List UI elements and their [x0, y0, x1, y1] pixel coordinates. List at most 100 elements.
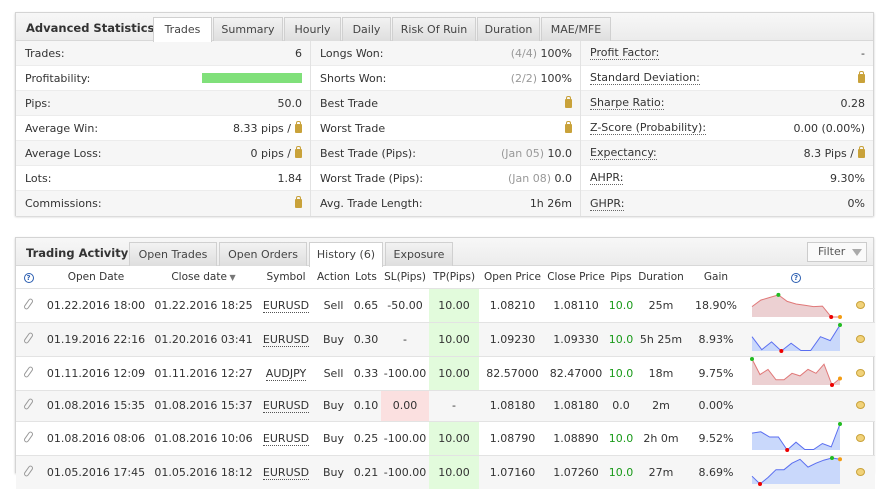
column-pips[interactable]: Pips	[606, 266, 636, 288]
attachment-cell[interactable]	[16, 287, 41, 322]
stat-label[interactable]: Expectancy:	[590, 146, 657, 160]
column-symbol[interactable]: Symbol	[256, 266, 316, 288]
lock-icon[interactable]	[295, 121, 302, 133]
symbol[interactable]: EURUSD	[262, 399, 310, 413]
gain-sparkline	[751, 421, 842, 452]
comment-icon[interactable]	[856, 433, 865, 442]
tab-open-trades[interactable]: Open Trades	[129, 242, 217, 266]
attachment-cell[interactable]	[16, 420, 41, 455]
comment-cell[interactable]	[846, 355, 875, 390]
tab-risk-of-ruin[interactable]: Risk Of Ruin	[392, 17, 476, 41]
help-column[interactable]: ?	[16, 266, 41, 288]
lots: 0.10	[353, 399, 379, 412]
stat-row-shorts-won: Shorts Won: (2/2) 100%	[311, 66, 580, 91]
symbol[interactable]: EURUSD	[262, 431, 310, 446]
gain: 8.69%	[698, 465, 734, 479]
paperclip-icon[interactable]	[23, 297, 34, 310]
filter-dropdown[interactable]: Filter	[807, 242, 867, 262]
attachment-cell[interactable]	[16, 454, 41, 489]
pips: 10.0	[608, 366, 634, 380]
profitability-bar	[202, 73, 302, 83]
stat-value-text: 8.33 pips /	[233, 122, 291, 135]
comment-cell[interactable]	[846, 321, 875, 356]
symbol[interactable]: EURUSD	[262, 298, 310, 313]
lock-icon[interactable]	[858, 146, 865, 158]
tab-history-6[interactable]: History (6)	[309, 242, 383, 267]
tab-summary[interactable]: Summary	[213, 17, 283, 41]
column-duration[interactable]: Duration	[636, 266, 686, 288]
stats-title: Advanced Statistics	[26, 21, 155, 35]
paperclip-icon[interactable]	[23, 430, 34, 443]
duration-cell: 25m	[636, 287, 686, 322]
comment-icon[interactable]	[856, 368, 865, 377]
stat-label[interactable]: GHPR:	[590, 197, 625, 211]
stat-label[interactable]: Standard Deviation:	[590, 71, 700, 85]
column-gain[interactable]: Gain	[686, 266, 746, 288]
column-open-date[interactable]: Open Date	[41, 266, 151, 288]
help-icon[interactable]: ?	[23, 272, 34, 283]
stat-label[interactable]: Profit Factor:	[590, 46, 660, 60]
sl-pips-cell: -100.00	[381, 454, 429, 489]
tp-pips: 10.00	[438, 431, 470, 445]
paperclip-icon[interactable]	[23, 365, 34, 378]
stat-value: -	[861, 41, 865, 65]
lock-icon[interactable]	[565, 121, 572, 133]
tab-hourly[interactable]: Hourly	[284, 17, 341, 41]
column-action[interactable]: Action	[316, 266, 351, 288]
attachment-cell[interactable]	[16, 321, 41, 356]
tab-trades[interactable]: Trades	[153, 17, 212, 42]
column-close-date[interactable]: Close date ▼	[151, 266, 256, 288]
comment-cell[interactable]	[846, 287, 875, 322]
stat-value: 0 pips /	[251, 141, 302, 165]
paperclip-icon[interactable]	[23, 397, 34, 411]
lock-icon[interactable]	[565, 96, 572, 108]
tab-duration[interactable]: Duration	[477, 17, 540, 41]
tab-daily[interactable]: Daily	[342, 17, 391, 41]
symbol-cell: EURUSD	[256, 420, 316, 455]
open-date: 01.05.2016 17:45	[46, 465, 146, 479]
comment-icon[interactable]	[856, 467, 865, 476]
close-price: 1.09330	[553, 332, 599, 346]
table-row: 01.08.2016 08:06 01.08.2016 10:06 EURUSD Bu…	[16, 420, 875, 455]
stat-value: 0%	[848, 191, 865, 216]
comment-icon[interactable]	[856, 300, 865, 309]
pips-cell: 10.0	[606, 420, 636, 455]
column-open-price[interactable]: Open Price	[479, 266, 546, 288]
sparkline-cell	[746, 287, 846, 322]
symbol[interactable]: AUDJPY	[265, 366, 307, 381]
comment-icon[interactable]	[856, 334, 865, 343]
comment-cell[interactable]	[846, 389, 875, 421]
tab-exposure[interactable]: Exposure	[385, 242, 453, 266]
stat-value	[291, 191, 302, 216]
stat-detail: (2/2)	[510, 72, 538, 85]
filter-label: Filter	[818, 245, 846, 258]
action-cell: Buy	[316, 389, 351, 421]
column-sl-pips[interactable]: SL(Pips)	[381, 266, 429, 288]
lock-icon[interactable]	[295, 146, 302, 158]
attachment-cell[interactable]	[16, 389, 41, 421]
help-icon[interactable]: ?	[791, 272, 801, 283]
symbol[interactable]: EURUSD	[262, 332, 310, 347]
paperclip-icon[interactable]	[23, 331, 34, 344]
comment-cell[interactable]	[846, 454, 875, 489]
lots: 0.30	[353, 332, 379, 346]
column-tp-pips[interactable]: TP(Pips)	[429, 266, 479, 288]
symbol[interactable]: EURUSD	[262, 465, 310, 480]
stat-label[interactable]: Sharpe Ratio:	[590, 96, 665, 110]
tab-mae-mfe[interactable]: MAE/MFE	[541, 17, 611, 41]
lock-icon[interactable]	[295, 196, 302, 208]
paperclip-icon[interactable]	[23, 464, 34, 477]
stat-value-text: 0.00 (0.00%)	[793, 122, 865, 135]
close-price-cell: 1.07260	[546, 454, 606, 489]
tab-open-orders[interactable]: Open Orders	[219, 242, 307, 266]
attachment-cell[interactable]	[16, 355, 41, 390]
open-date: 01.22.2016 18:00	[46, 298, 146, 312]
stat-label[interactable]: Z-Score (Probability):	[590, 121, 707, 135]
comment-icon[interactable]	[856, 401, 865, 409]
comment-cell[interactable]	[846, 420, 875, 455]
lock-icon[interactable]	[858, 71, 865, 83]
column-lots[interactable]: Lots	[351, 266, 381, 288]
column-close-price[interactable]: Close Price	[546, 266, 606, 288]
stat-label[interactable]: AHPR:	[590, 171, 624, 185]
tp-pips-cell: 10.00	[429, 420, 479, 455]
